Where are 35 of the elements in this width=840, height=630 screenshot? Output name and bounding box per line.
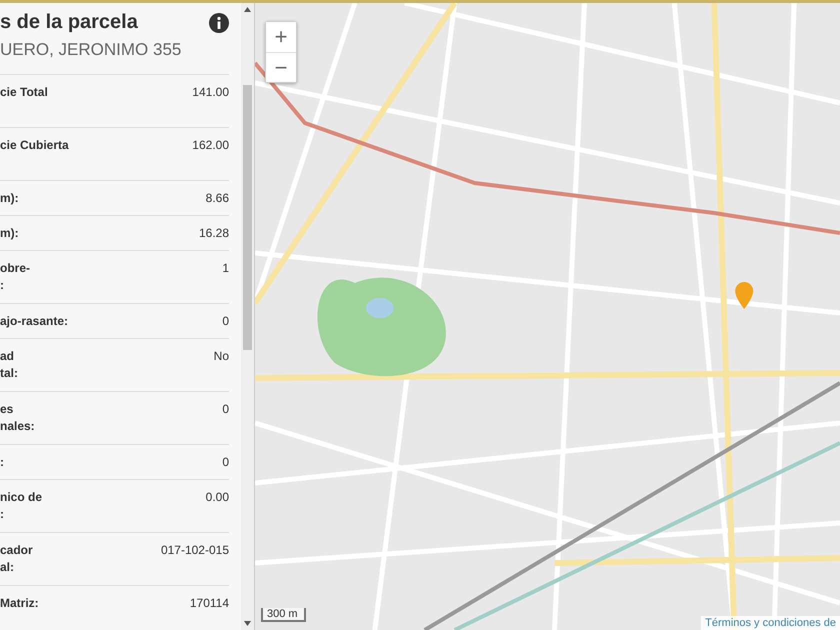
field-value: 8.66 xyxy=(206,190,229,207)
scroll-up-icon[interactable] xyxy=(244,7,251,12)
terms-link[interactable]: Términos y condiciones de xyxy=(701,616,840,630)
panel-title: s de la parcela xyxy=(0,11,138,34)
field-value: 0 xyxy=(222,313,229,330)
zoom-in-button[interactable]: + xyxy=(266,22,296,52)
field-value: 0 xyxy=(222,454,229,471)
field-label: m): xyxy=(0,225,19,242)
field-value: 0 xyxy=(222,401,229,418)
field-value: No xyxy=(214,348,229,365)
field-value: 170114 xyxy=(190,595,229,612)
field-value: 1 xyxy=(222,260,229,277)
field-label: cador al: xyxy=(0,542,33,576)
field-label: nico de : xyxy=(0,489,42,523)
field-label: : xyxy=(0,454,4,471)
field-label: ad tal: xyxy=(0,348,18,382)
scale-bar: 300 m xyxy=(261,608,306,622)
field-label: Matriz: xyxy=(0,595,39,612)
field-label: cie Cubierta xyxy=(0,137,69,154)
scrollbar-thumb[interactable] xyxy=(243,85,252,350)
field-value: 16.28 xyxy=(198,225,229,242)
scroll-down-icon[interactable] xyxy=(244,621,251,626)
field-value: 141.00 xyxy=(192,84,229,101)
zoom-out-button[interactable]: − xyxy=(266,52,296,82)
field-value: 017-102-015 xyxy=(160,542,229,559)
field-label: es nales: xyxy=(0,401,35,435)
field-label: ajo-rasante: xyxy=(0,313,68,330)
scrollbar[interactable] xyxy=(241,3,254,630)
parcel-address: UERO, JERONIMO 355 xyxy=(0,40,182,60)
field-value: 0.00 xyxy=(206,489,229,506)
info-icon[interactable] xyxy=(209,12,229,32)
field-label: m): xyxy=(0,190,19,207)
field-value: 162.00 xyxy=(192,137,229,154)
field-label: obre- : xyxy=(0,260,30,294)
field-label: cie Total xyxy=(0,84,48,101)
